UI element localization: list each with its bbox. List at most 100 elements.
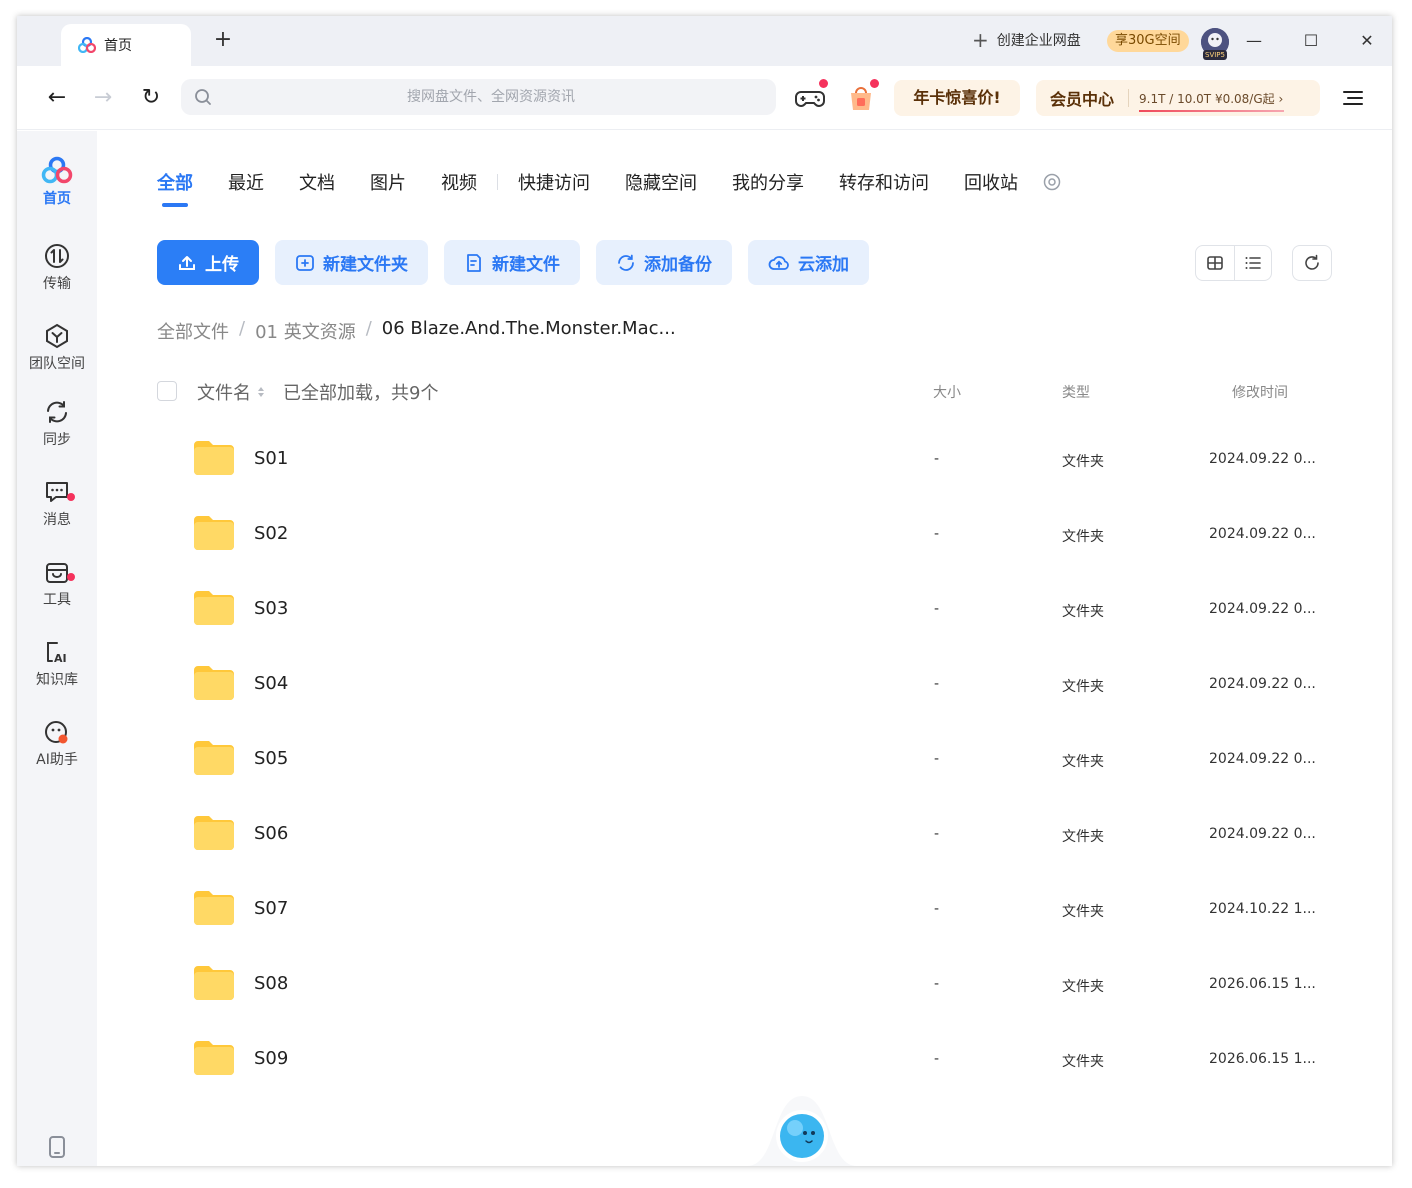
tab-hidden-space[interactable]: 隐藏空间 [625, 169, 697, 195]
breadcrumb-separator: / [365, 318, 372, 339]
message-icon [46, 482, 68, 502]
folder-icon [194, 816, 234, 850]
tab-all[interactable]: 全部 [157, 169, 193, 207]
folder-icon [194, 516, 234, 550]
new-file-label: 新建文件 [492, 255, 560, 275]
tab-recent[interactable]: 最近 [228, 169, 264, 195]
category-tabs: 全部 最近 文档 图片 视频 快捷访问 隐藏空间 我的分享 转存和访问 回收站 [157, 169, 1061, 207]
back-button[interactable]: ← [43, 84, 71, 112]
table-row[interactable]: S05 - 文件夹 2024.09.22 0... [157, 723, 1337, 798]
table-row[interactable]: S04 - 文件夹 2024.09.22 0... [157, 648, 1337, 723]
vip-center-button[interactable]: 会员中心 9.1T / 10.0T ¥0.08/G起 › [1036, 80, 1320, 116]
column-name-label: 文件名 [197, 383, 251, 404]
file-modified: 2024.09.22 0... [1209, 601, 1316, 617]
game-notification-dot [819, 79, 828, 88]
file-name: S04 [254, 673, 289, 694]
table-row[interactable]: S07 - 文件夹 2024.10.22 1... [157, 873, 1337, 948]
sidebar-item-phone[interactable] [17, 1136, 97, 1162]
maximize-button[interactable]: ☐ [1296, 28, 1326, 54]
sidebar-item-label: 同步 [43, 432, 71, 448]
new-folder-label: 新建文件夹 [323, 255, 408, 275]
svg-text:AI: AI [54, 652, 67, 665]
add-folder-icon [296, 254, 314, 271]
ai-mascot-button[interactable] [747, 1086, 857, 1166]
file-list-header: 文件名 已全部加载，共9个 大小 类型 修改时间 [157, 379, 1337, 405]
column-name-header[interactable]: 文件名 [197, 379, 265, 405]
list-view-icon [1245, 257, 1261, 269]
tab-settings-icon[interactable] [1043, 173, 1061, 191]
knowledge-base-icon: AI [47, 642, 67, 665]
select-all-checkbox[interactable] [157, 381, 177, 401]
table-row[interactable]: S08 - 文件夹 2026.06.15 1... [157, 948, 1337, 1023]
tab-my-shares[interactable]: 我的分享 [732, 169, 804, 195]
column-modified-header[interactable]: 修改时间 [1232, 382, 1288, 402]
file-modified: 2024.09.22 0... [1209, 526, 1316, 542]
file-type: 文件夹 [1062, 754, 1104, 770]
breadcrumb: 全部文件 / 01 英文资源 / 06 Blaze.And.The.Monste… [157, 318, 676, 344]
reload-button[interactable]: ↻ [137, 84, 165, 112]
create-enterprise-label: 创建企业网盘 [996, 33, 1081, 49]
baidu-netdisk-logo-icon [78, 37, 96, 53]
tab-recycle-bin[interactable]: 回收站 [964, 169, 1018, 195]
storage-usage-bar [1139, 109, 1284, 112]
create-enterprise-button[interactable]: + 创建企业网盘 [972, 30, 1081, 50]
sort-icon [258, 387, 264, 397]
search-box[interactable] [181, 79, 776, 115]
search-input[interactable] [221, 79, 761, 115]
file-size: - [934, 751, 940, 767]
file-size: - [934, 976, 940, 992]
sidebar-item-tools[interactable]: 工具 [17, 559, 97, 609]
file-name: S06 [254, 823, 289, 844]
logo-icon [41, 156, 73, 184]
tab-transfer-and-visits[interactable]: 转存和访问 [839, 169, 929, 195]
tab-home[interactable]: 首页 [61, 24, 191, 66]
sidebar-item-transfer[interactable]: 传输 [17, 243, 97, 293]
breadcrumb-english-resources[interactable]: 01 英文资源 [255, 318, 356, 344]
sidebar-item-home[interactable]: 首页 [17, 156, 97, 208]
file-modified: 2024.09.22 0... [1209, 826, 1316, 842]
upload-button[interactable]: 上传 [157, 240, 259, 285]
sidebar-item-sync[interactable]: 同步 [17, 399, 97, 449]
loaded-count-text: 已全部加载，共9个 [283, 383, 439, 404]
table-row[interactable]: S01 - 文件夹 2024.09.22 0... [157, 423, 1337, 498]
add-backup-button[interactable]: 添加备份 [596, 240, 732, 285]
minimize-button[interactable]: — [1239, 28, 1269, 54]
column-type-header[interactable]: 类型 [1062, 382, 1090, 402]
app-window: 首页 + + 创建企业网盘 享30G空间 SVIP5 — ☐ ✕ ← → ↻ 搜… [17, 16, 1392, 1166]
table-row[interactable]: S06 - 文件夹 2024.09.22 0... [157, 798, 1337, 873]
new-folder-button[interactable]: 新建文件夹 [275, 240, 428, 285]
forward-button[interactable]: → [89, 84, 117, 112]
sidebar: 首页 传输 团队空间 同步 消息 工具 AI 知识库 AI助手 [17, 131, 97, 1166]
file-type: 文件夹 [1062, 904, 1104, 920]
tab-quick-access[interactable]: 快捷访问 [518, 169, 590, 195]
promo-badge[interactable]: 享30G空间 [1107, 30, 1189, 52]
sidebar-item-ai-assistant[interactable]: AI助手 [17, 719, 97, 769]
avatar[interactable]: SVIP5 [1201, 28, 1229, 60]
file-modified: 2026.06.15 1... [1209, 1051, 1316, 1067]
breadcrumb-all-files[interactable]: 全部文件 [157, 318, 229, 344]
tab-documents[interactable]: 文档 [299, 169, 335, 195]
sidebar-item-knowledge-base[interactable]: AI 知识库 [17, 639, 97, 689]
upload-label: 上传 [205, 255, 239, 275]
breadcrumb-separator: / [239, 318, 246, 339]
close-button[interactable]: ✕ [1352, 28, 1382, 54]
table-row[interactable]: S02 - 文件夹 2024.09.22 0... [157, 498, 1337, 573]
plus-icon: + [972, 28, 989, 52]
folder-icon [194, 891, 234, 925]
annual-card-promo-button[interactable]: 年卡惊喜价! [894, 80, 1020, 116]
table-row[interactable]: S03 - 文件夹 2024.09.22 0... [157, 573, 1337, 648]
new-tab-button[interactable]: + [211, 28, 235, 52]
list-view-button[interactable] [1233, 246, 1272, 280]
sidebar-item-messages[interactable]: 消息 [17, 479, 97, 529]
sidebar-item-team-space[interactable]: 团队空间 [17, 323, 97, 373]
tab-images[interactable]: 图片 [370, 169, 406, 195]
tab-videos[interactable]: 视频 [441, 169, 477, 195]
refresh-icon [1305, 254, 1319, 270]
column-size-header[interactable]: 大小 [933, 382, 961, 402]
refresh-button[interactable] [1292, 245, 1332, 281]
cloud-add-button[interactable]: 云添加 [748, 240, 869, 285]
grid-view-button[interactable] [1196, 246, 1234, 280]
gift-notification-dot [870, 79, 879, 88]
new-file-button[interactable]: 新建文件 [444, 240, 580, 285]
menu-icon[interactable] [1341, 86, 1365, 110]
